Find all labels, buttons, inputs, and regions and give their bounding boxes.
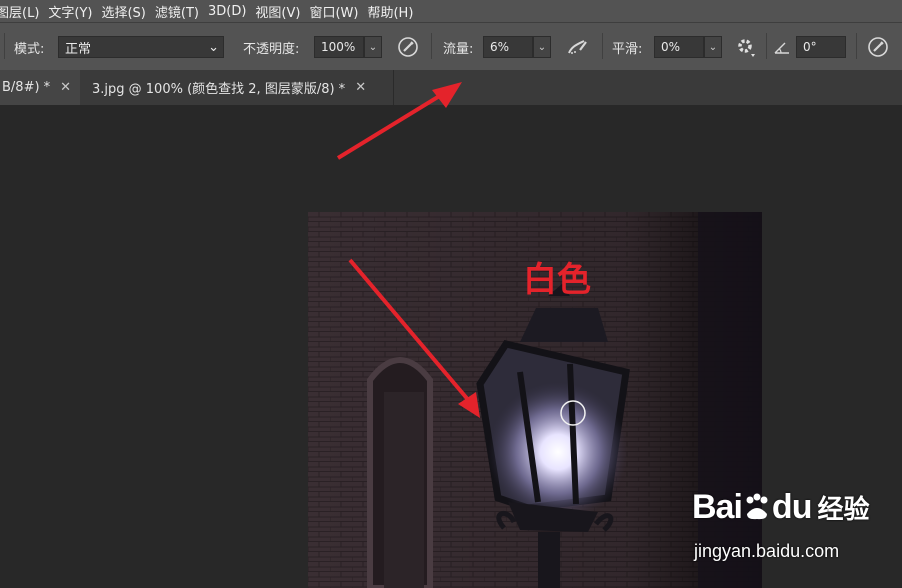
smoothing-label: 平滑: xyxy=(612,41,643,57)
angle-icon xyxy=(773,23,791,71)
opacity-dropdown[interactable]: ⌄ xyxy=(364,36,382,58)
menu-layer[interactable]: 图层(L) xyxy=(0,2,48,21)
menu-3d[interactable]: 3D(D) xyxy=(208,4,255,19)
separator xyxy=(602,33,603,59)
separator xyxy=(766,33,767,59)
tab-label: 3.jpg @ 100% (颜色查找 2, 图层蒙版/8) * xyxy=(92,82,346,97)
menu-help[interactable]: 帮助(H) xyxy=(367,2,422,21)
angle-input[interactable]: 0° xyxy=(796,36,846,58)
tool-options-bar: 模式: 正常 ⌄ 不透明度: 100% ⌄ 流量: 6% ⌄ 平滑: 0% ⌄ … xyxy=(0,22,902,70)
menu-filter[interactable]: 滤镜(T) xyxy=(155,2,208,21)
mode-label: 模式: xyxy=(14,41,45,57)
baidu-jingyan-watermark: Bai du 经验 jingyan.baidu.com xyxy=(692,488,870,561)
mode-value: 正常 xyxy=(65,41,92,57)
menu-type[interactable]: 文字(Y) xyxy=(48,2,101,21)
watermark-url: jingyan.baidu.com xyxy=(694,541,840,561)
document-tab-active[interactable]: B/8#) * ✕ xyxy=(0,70,80,105)
menu-window[interactable]: 窗口(W) xyxy=(309,2,367,21)
separator xyxy=(856,33,857,59)
opacity-input[interactable]: 100% xyxy=(314,36,364,58)
chevron-down-icon: ⌄ xyxy=(537,41,547,53)
close-icon[interactable]: ✕ xyxy=(60,80,71,95)
airbrush-icon[interactable] xyxy=(566,23,590,71)
smoothing-input[interactable]: 0% xyxy=(654,36,704,58)
flow-label: 流量: xyxy=(443,41,474,57)
opacity-label: 不透明度: xyxy=(243,41,300,57)
menu-bar: 图层(L) 文字(Y) 选择(S) 滤镜(T) 3D(D) 视图(V) 窗口(W… xyxy=(0,0,902,22)
close-icon[interactable]: ✕ xyxy=(355,80,366,95)
separator xyxy=(431,33,432,59)
chevron-down-icon: ⌄ xyxy=(368,41,378,53)
smoothing-value: 0% xyxy=(661,40,681,54)
flow-dropdown[interactable]: ⌄ xyxy=(533,36,551,58)
menu-view[interactable]: 视图(V) xyxy=(255,2,309,21)
gear-icon[interactable] xyxy=(735,23,757,71)
watermark-logo-cn: 经验 xyxy=(817,495,870,525)
smoothing-dropdown[interactable]: ⌄ xyxy=(704,36,722,58)
tab-label: B/8#) * xyxy=(2,80,51,95)
angle-value: 0° xyxy=(803,40,817,54)
pressure-size-icon[interactable] xyxy=(867,23,889,71)
flow-value: 6% xyxy=(490,40,510,54)
watermark-logo: Bai xyxy=(692,488,743,526)
chevron-down-icon: ⌄ xyxy=(708,41,718,53)
chevron-down-icon: ⌄ xyxy=(208,39,219,55)
flow-input[interactable]: 6% xyxy=(483,36,533,58)
document-tab-bar: B/8#) * ✕ 3.jpg @ 100% (颜色查找 2, 图层蒙版/8) … xyxy=(0,70,902,106)
paw-icon xyxy=(742,492,772,522)
watermark-logo-tail: du xyxy=(771,488,813,526)
opacity-value: 100% xyxy=(321,40,356,54)
menu-select[interactable]: 选择(S) xyxy=(101,2,154,21)
separator xyxy=(4,33,5,59)
pen-pressure-icon[interactable] xyxy=(397,23,419,71)
mode-select[interactable]: 正常 ⌄ xyxy=(58,36,224,58)
annotation-label: 白色 xyxy=(523,260,591,300)
document-tab[interactable]: 3.jpg @ 100% (颜色查找 2, 图层蒙版/8) * ✕ xyxy=(80,70,394,105)
